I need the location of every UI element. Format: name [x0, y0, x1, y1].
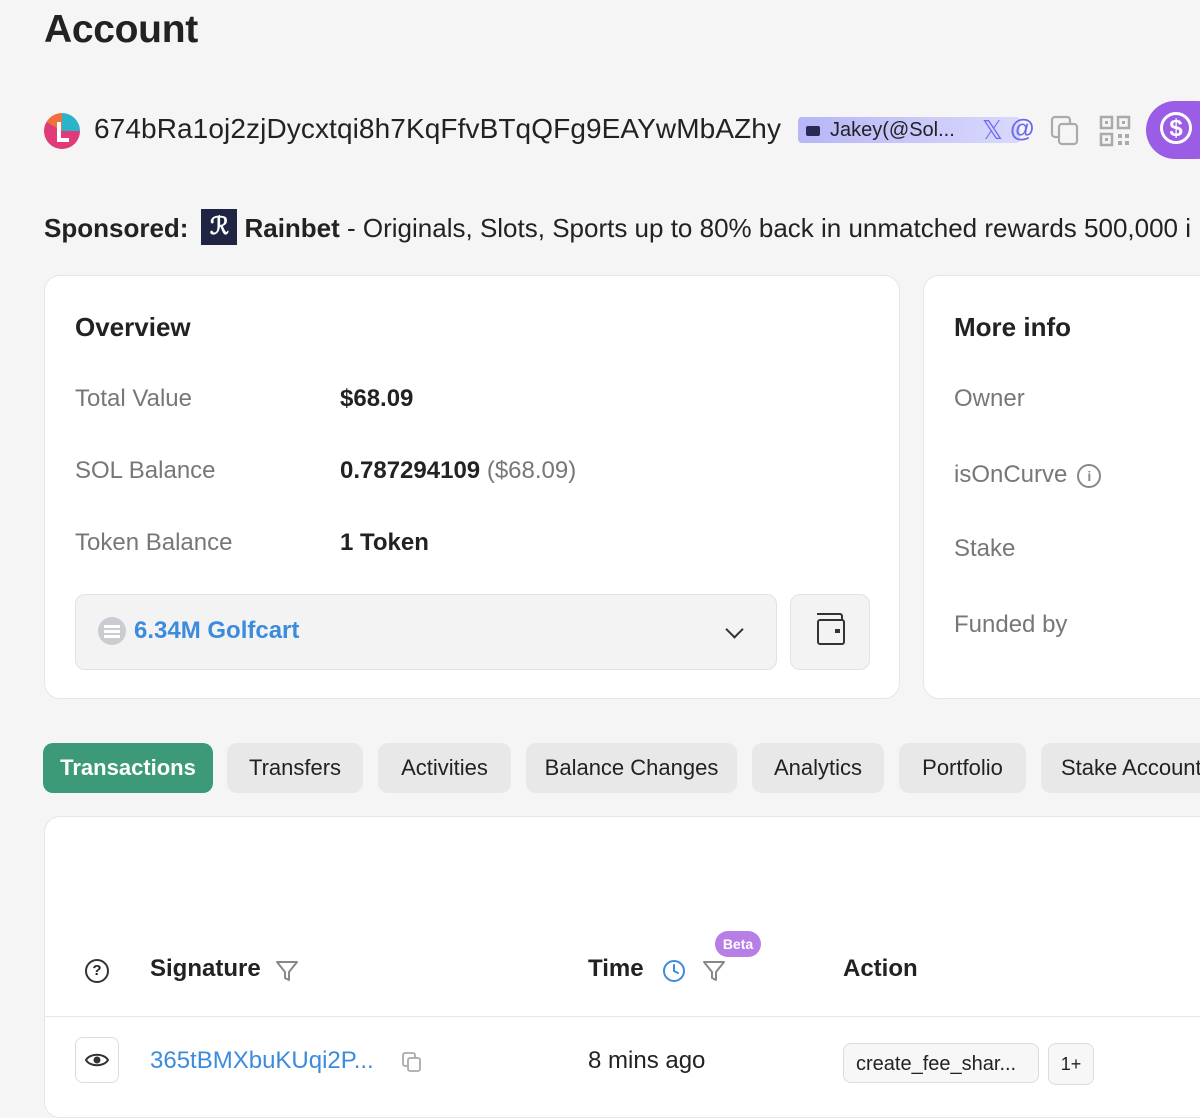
- tab-transfers[interactable]: Transfers: [227, 743, 363, 793]
- sol-balance-usd: ($68.09): [486, 457, 577, 484]
- sol-balance: 0.787294109 ($68.09): [340, 457, 576, 485]
- sol-balance-label: SOL Balance: [75, 457, 216, 484]
- eye-icon: [85, 1053, 109, 1067]
- sponsored-brand: Rainbet: [244, 212, 340, 243]
- account-address[interactable]: 674bRa1oj2zjDycxtqi8h7KqFfvBTqQFg9EAYwMb…: [94, 113, 781, 145]
- tab-activities[interactable]: Activities: [378, 743, 511, 793]
- token-select-value: 6.34M Golfcart: [134, 617, 300, 644]
- tab-portfolio[interactable]: Portfolio: [899, 743, 1026, 793]
- stake-label: Stake: [954, 535, 1016, 562]
- info-icon[interactable]: i: [1077, 463, 1102, 488]
- transaction-action-chip[interactable]: create_fee_shar...: [843, 1043, 1039, 1083]
- copy-signature-icon[interactable]: [401, 1051, 423, 1073]
- page-title: Account: [44, 8, 198, 51]
- sponsored-text: - Originals, Slots, Sports up to 80% bac…: [339, 212, 1192, 243]
- time-filter-icon[interactable]: [702, 959, 726, 983]
- avatar-icon: [44, 113, 80, 149]
- dollar-icon[interactable]: [1146, 101, 1200, 159]
- column-header-action: Action: [843, 955, 918, 982]
- funded-by-label: Funded by: [954, 611, 1068, 638]
- coin-icon: [98, 617, 126, 645]
- more-info-title: More info: [954, 312, 1071, 342]
- total-value: $68.09: [340, 385, 414, 412]
- x-icon[interactable]: 𝕏: [982, 115, 1003, 146]
- help-icon[interactable]: ?: [85, 959, 109, 983]
- at-icon[interactable]: @: [1010, 115, 1034, 144]
- header-divider: [45, 1016, 1200, 1017]
- transaction-time: 8 mins ago: [588, 1047, 706, 1074]
- chevron-down-icon: [725, 620, 744, 639]
- tag-icon: [806, 125, 820, 136]
- total-value-label: Total Value: [75, 385, 192, 412]
- tab-transactions[interactable]: Transactions: [43, 743, 213, 793]
- token-balance-label: Token Balance: [75, 529, 233, 556]
- account-address-row: 674bRa1oj2zjDycxtqi8h7KqFfvBTqQFg9EAYwMb…: [44, 101, 1200, 159]
- is-on-curve-label: isOnCurve i: [954, 461, 1102, 489]
- filter-icon[interactable]: [275, 959, 299, 983]
- overview-title: Overview: [75, 312, 191, 342]
- is-on-curve-text: isOnCurve: [954, 461, 1068, 488]
- column-header-signature: Signature: [150, 955, 261, 982]
- qr-code-icon[interactable]: [1099, 115, 1131, 147]
- tab-balance-changes[interactable]: Balance Changes: [526, 743, 737, 793]
- rainbet-logo: ℛ: [201, 209, 238, 245]
- token-select-dropdown[interactable]: 6.34M Golfcart: [75, 594, 777, 670]
- column-header-time: Time: [588, 955, 644, 982]
- transaction-signature-link[interactable]: 365tBMXbuKUqi2P...: [150, 1047, 374, 1075]
- tab-stake-accounts[interactable]: Stake Accounts: [1041, 743, 1200, 793]
- more-actions-chip[interactable]: 1+: [1048, 1043, 1094, 1085]
- tab-analytics[interactable]: Analytics: [752, 743, 884, 793]
- sponsored-label: Sponsored:: [44, 212, 189, 243]
- wallet-icon: [817, 613, 845, 645]
- transactions-table: ? Signature Time Beta Action 365tBMXbuKU…: [44, 816, 1200, 1118]
- account-tabs: Transactions Transfers Activities Balanc…: [43, 743, 1200, 795]
- copy-icon[interactable]: [1050, 115, 1080, 147]
- overview-card: Overview Total Value $68.09 SOL Balance …: [44, 275, 900, 699]
- more-info-card: More info Owner isOnCurve i Stake Funded …: [923, 275, 1200, 699]
- clock-icon[interactable]: [662, 959, 686, 983]
- beta-badge: Beta: [715, 931, 761, 957]
- token-balance: 1 Token: [340, 529, 429, 556]
- owner-label: Owner: [954, 385, 1025, 412]
- view-transaction-button[interactable]: [75, 1037, 119, 1083]
- account-tag-label: Jakey(@Sol...: [830, 119, 955, 141]
- wallet-button[interactable]: [790, 594, 870, 670]
- sponsored-banner[interactable]: Sponsored: ℛ Rainbet - Originals, Slots, S…: [44, 209, 1192, 248]
- sol-balance-value: 0.787294109: [340, 457, 481, 484]
